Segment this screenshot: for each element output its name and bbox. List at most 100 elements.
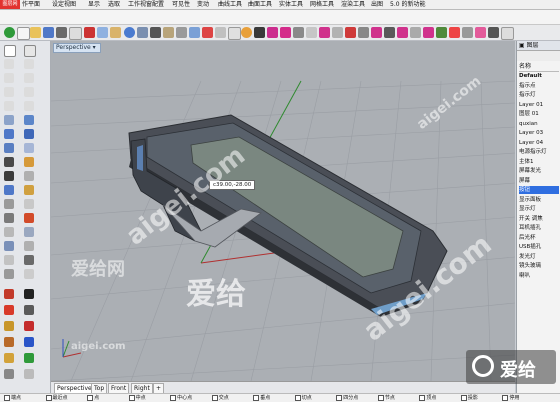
- offset-icon[interactable]: [24, 115, 34, 125]
- dimension-icon[interactable]: [358, 27, 369, 38]
- array-icon[interactable]: [4, 227, 14, 237]
- render-sphere-icon[interactable]: [241, 27, 252, 38]
- checkbox[interactable]: [336, 394, 343, 401]
- zoom-extents-icon[interactable]: [189, 27, 200, 38]
- environment-icon[interactable]: [24, 321, 34, 331]
- layer-row[interactable]: 电源指示灯: [519, 148, 559, 156]
- cylinder-icon[interactable]: [4, 171, 14, 181]
- cut-icon[interactable]: [84, 27, 95, 38]
- undo-icon[interactable]: [124, 27, 135, 38]
- join-icon[interactable]: [24, 241, 34, 251]
- analyze-icon[interactable]: [4, 289, 14, 299]
- analysis-icon[interactable]: [345, 27, 356, 38]
- split-icon[interactable]: [4, 241, 14, 251]
- command-area[interactable]: [0, 10, 560, 25]
- plugin-icon[interactable]: [436, 27, 447, 38]
- mesh-tools-icon[interactable]: [4, 185, 14, 195]
- mesh-icon[interactable]: [332, 27, 343, 38]
- import-icon[interactable]: [69, 27, 82, 40]
- checkbox[interactable]: [87, 394, 94, 401]
- group-icon[interactable]: [24, 255, 34, 265]
- checkbox[interactable]: [4, 394, 10, 401]
- menu-item[interactable]: 曲面工具: [248, 0, 272, 9]
- circle-icon[interactable]: [24, 73, 34, 83]
- settings-icon[interactable]: [488, 27, 499, 38]
- save-icon[interactable]: [43, 27, 54, 38]
- arc-icon[interactable]: [4, 87, 14, 97]
- menu-item[interactable]: 渲染工具: [341, 0, 365, 9]
- checkbox[interactable]: [294, 394, 301, 401]
- explode-icon[interactable]: [4, 255, 14, 265]
- grid-icon[interactable]: [228, 27, 241, 40]
- power-icon[interactable]: [4, 27, 15, 38]
- print-icon[interactable]: [56, 27, 67, 38]
- surface-extrude-icon[interactable]: [24, 129, 34, 139]
- checkbox[interactable]: [460, 394, 467, 401]
- zoom-window-icon[interactable]: [176, 27, 187, 38]
- layer-row[interactable]: Layer 04: [519, 139, 559, 147]
- panel-toggle-icon[interactable]: [501, 27, 514, 40]
- layer-row[interactable]: 图层 01: [519, 110, 559, 118]
- properties-icon[interactable]: [293, 27, 304, 38]
- checkbox[interactable]: [253, 394, 260, 401]
- transform-icon[interactable]: [371, 27, 382, 38]
- fillet-curve-icon[interactable]: [4, 115, 14, 125]
- menu-item[interactable]: 设定视图: [52, 0, 76, 9]
- open-folder-icon[interactable]: [30, 27, 41, 38]
- curve-icon[interactable]: [4, 73, 14, 83]
- checkbox[interactable]: [377, 394, 384, 401]
- misc-icon[interactable]: [462, 27, 473, 38]
- layer-row[interactable]: Layer 01: [519, 101, 559, 109]
- ellipse-icon[interactable]: [24, 87, 34, 97]
- block-icon[interactable]: [410, 27, 421, 38]
- layer-row[interactable]: 按钮: [519, 186, 559, 194]
- layout-icon[interactable]: [215, 27, 226, 38]
- surface-plane-icon[interactable]: [4, 129, 14, 139]
- draft-angle-icon[interactable]: [24, 305, 34, 315]
- layer-row[interactable]: 镜头玻璃: [519, 262, 559, 270]
- text-tool-icon[interactable]: [24, 269, 34, 279]
- layers-toolbar[interactable]: [517, 51, 560, 61]
- layer-row[interactable]: 显示灯: [519, 205, 559, 213]
- drafting-icon[interactable]: [423, 27, 434, 38]
- texture-icon[interactable]: [4, 353, 14, 363]
- help-icon[interactable]: [449, 27, 460, 38]
- light-icon[interactable]: [267, 27, 278, 38]
- layer-row[interactable]: 耳机插孔: [519, 224, 559, 232]
- layer-row[interactable]: Default: [519, 72, 559, 80]
- menu-item[interactable]: 可见性: [172, 0, 190, 9]
- zoom-icon[interactable]: [163, 27, 174, 38]
- boolean-icon[interactable]: [24, 171, 34, 181]
- menu-item[interactable]: 作平面: [22, 0, 40, 9]
- render-preview-icon[interactable]: [24, 289, 34, 299]
- checkbox[interactable]: [170, 394, 177, 401]
- layer-row[interactable]: 开关 调焦: [519, 215, 559, 223]
- color-icon[interactable]: [24, 337, 34, 347]
- line-icon[interactable]: [4, 59, 14, 69]
- layer-row[interactable]: 指示灯: [519, 91, 559, 99]
- layer-row[interactable]: 显示面板: [519, 196, 559, 204]
- checkbox[interactable]: [128, 394, 135, 401]
- menu-item[interactable]: 选取: [108, 0, 120, 9]
- layer-row[interactable]: 指示点: [519, 82, 559, 90]
- layer-row[interactable]: 主体1: [519, 158, 559, 166]
- pan-icon[interactable]: [137, 27, 148, 38]
- options-icon[interactable]: [306, 27, 317, 38]
- loft-icon[interactable]: [4, 143, 14, 153]
- material-icon[interactable]: [280, 27, 291, 38]
- select-arrow-icon[interactable]: [4, 45, 16, 57]
- rectangle-icon[interactable]: [4, 101, 14, 111]
- layer-row[interactable]: 屏幕发光: [519, 167, 559, 175]
- mirror-icon[interactable]: [24, 213, 34, 223]
- menu-item[interactable]: 实体工具: [279, 0, 303, 9]
- edge-tools-icon[interactable]: [4, 337, 14, 347]
- menu-item[interactable]: 出图: [371, 0, 383, 9]
- checkbox[interactable]: [502, 394, 509, 401]
- surface-icon[interactable]: [319, 27, 330, 38]
- menu-item[interactable]: 工作视窗配置: [128, 0, 164, 9]
- layer-row[interactable]: 后光杯: [519, 234, 559, 242]
- polyline-icon[interactable]: [24, 59, 34, 69]
- revolve-icon[interactable]: [24, 143, 34, 153]
- point-icon[interactable]: [24, 45, 36, 57]
- layer-tool-icon[interactable]: [24, 369, 34, 379]
